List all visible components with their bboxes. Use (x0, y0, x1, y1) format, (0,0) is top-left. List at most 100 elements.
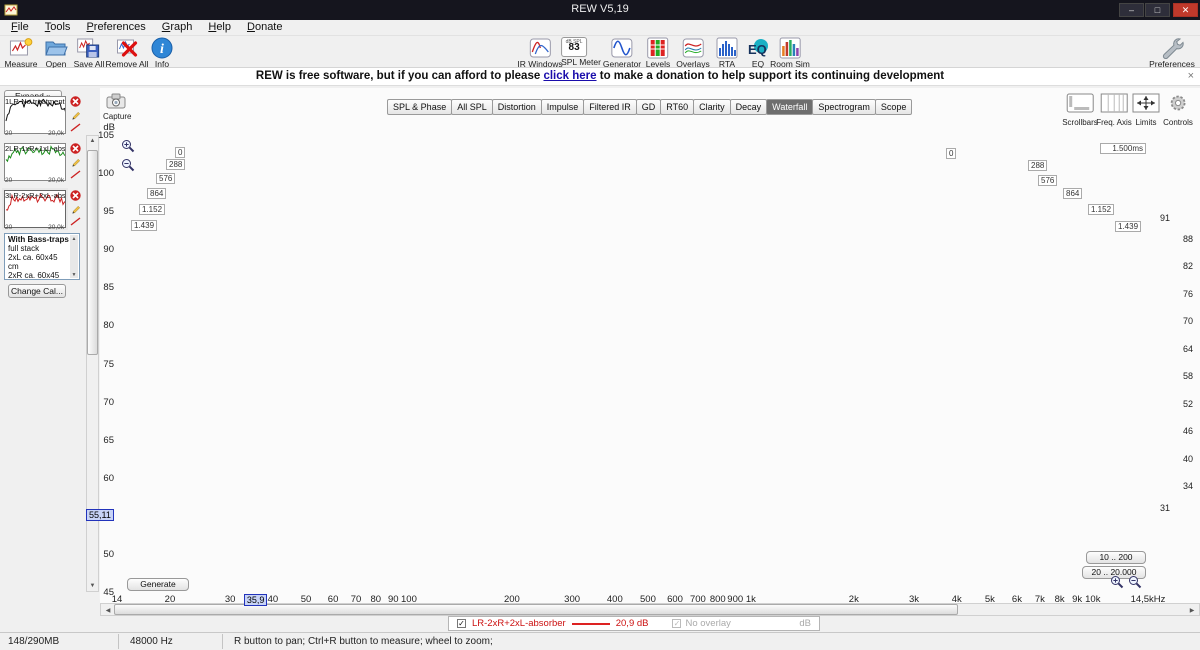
zoom-out-y-icon[interactable] (121, 158, 136, 173)
change-cal-button[interactable]: Change Cal... (8, 284, 66, 298)
trace-legend-bar: ✓ LR-2xR+2xL-absorber 20,9 dB ✓ No overl… (448, 616, 820, 631)
y-axis-tick-label: 50 (94, 549, 114, 560)
edit-notes-icon[interactable] (70, 109, 81, 120)
menu-item-file[interactable]: File (4, 20, 36, 35)
close-button[interactable]: ✕ (1173, 3, 1198, 17)
minimize-button[interactable]: – (1119, 3, 1144, 17)
camera-icon (106, 93, 126, 109)
maximize-button[interactable]: □ (1145, 3, 1170, 17)
menu-item-donate[interactable]: Donate (240, 20, 289, 35)
toolbar-preferences-button[interactable]: Preferences (1149, 37, 1195, 69)
room-sim-icon (770, 37, 810, 59)
trace-checkbox[interactable]: ✓ (457, 619, 466, 628)
view-button-freq-axis[interactable]: Freq. Axis (1096, 92, 1132, 127)
delete-measurement-icon[interactable] (70, 190, 81, 201)
y-axis-tick-label: 95 (94, 206, 114, 217)
scroll-left-arrow-icon[interactable]: ◀ (103, 607, 113, 614)
delete-measurement-icon[interactable] (70, 96, 81, 107)
toolbar-remove-all-button[interactable]: Remove All (106, 37, 149, 69)
menu-item-help[interactable]: Help (201, 20, 238, 35)
view-button-scrollbars[interactable]: Scrollbars (1062, 92, 1098, 127)
tab-scope[interactable]: Scope (875, 99, 913, 115)
tab-rt60[interactable]: RT60 (660, 99, 694, 115)
toolbar-rta-button[interactable]: RTA (715, 37, 739, 69)
toolbar-levels-button[interactable]: Levels (646, 37, 671, 69)
y-axis-tick-label: 75 (94, 359, 114, 370)
edit-notes-icon[interactable] (70, 156, 81, 167)
tab-filtered-ir[interactable]: Filtered IR (583, 99, 637, 115)
toolbar-generator-button[interactable]: Generator (603, 37, 641, 69)
measurement-card[interactable]: 1LR-No treatment2020,0k (2, 96, 86, 138)
toolbar-info-button[interactable]: iInfo (150, 37, 174, 69)
trace-value: 20,9 dB (616, 618, 649, 629)
y-axis-tick-label: 90 (94, 244, 114, 255)
time-window-label: 1.500ms (1100, 143, 1146, 154)
overlays-icon (676, 37, 710, 59)
overlay-checkbox[interactable]: ✓ (672, 619, 681, 628)
time-axis-label-left: 0 (175, 147, 185, 158)
zoom-out-x-icon[interactable] (1128, 575, 1143, 590)
capture-button[interactable]: Capture (103, 93, 129, 121)
tab-spectrogram[interactable]: Spectrogram (812, 99, 876, 115)
time-axis-label-right: 576 (1038, 175, 1057, 186)
ir-windows-icon (517, 37, 562, 59)
menu-item-preferences[interactable]: Preferences (79, 20, 152, 35)
toolbar-measure-button[interactable]: Measure (4, 37, 37, 69)
toolbar-room-sim-button[interactable]: Room Sim (770, 37, 810, 69)
zoom-in-y-icon[interactable] (121, 139, 136, 154)
toolbar-ir-windows-button[interactable]: IR Windows (517, 37, 562, 69)
color-scale-min-label: 31 (1160, 503, 1170, 513)
trace-line-sample (572, 623, 610, 625)
time-axis-label-right: 1.439 (1115, 221, 1141, 232)
tab-decay[interactable]: Decay (730, 99, 768, 115)
donation-link[interactable]: click here (543, 70, 596, 82)
trace-name[interactable]: LR-2xR+2xL-absorber (472, 618, 566, 629)
banner-close-icon[interactable]: × (1188, 70, 1194, 82)
tab-gd[interactable]: GD (636, 99, 662, 115)
measurement-card[interactable]: 3LR-2xR+2xL-absorb2020,0k (2, 190, 86, 232)
note-line: 2xR ca. 60x45 cm (8, 271, 70, 280)
color-scale-tick-label: 52 (1183, 399, 1193, 409)
tab-impulse[interactable]: Impulse (541, 99, 585, 115)
tab-clarity[interactable]: Clarity (693, 99, 731, 115)
toolbar-overlays-button[interactable]: Overlays (676, 37, 710, 69)
toolbar-eq-button[interactable]: EQEQ (746, 37, 770, 69)
trace-style-icon[interactable] (70, 216, 81, 227)
scrollbars-icon (1062, 92, 1098, 117)
edit-notes-icon[interactable] (70, 203, 81, 214)
measurement-card[interactable]: 2LR-1xR+1xL-absorb2020,0k (2, 143, 86, 185)
cursor-freq-readout: 35,9 (244, 594, 268, 606)
toolbar-spl-meter-button[interactable]: dB SPL83SPL Meter (561, 37, 601, 67)
tab-waterfall[interactable]: Waterfall (766, 99, 813, 115)
scroll-right-arrow-icon[interactable]: ▶ (1187, 607, 1197, 614)
view-button-controls[interactable]: Controls (1163, 92, 1193, 127)
delete-measurement-icon[interactable] (70, 143, 81, 154)
notes-scrollbar[interactable]: ▲▼ (70, 235, 78, 278)
levels-icon (646, 37, 671, 59)
view-button-limits[interactable]: Limits (1131, 92, 1161, 127)
menu-item-graph[interactable]: Graph (155, 20, 200, 35)
toolbar-save-all-button[interactable]: Save All (74, 37, 105, 69)
generate-button[interactable]: Generate (127, 578, 189, 591)
tab-all-spl[interactable]: All SPL (451, 99, 493, 115)
window-title: REW V5,19 (0, 3, 1200, 15)
x-axis-tick-label: 100 (387, 594, 431, 605)
controls-gear-icon (1163, 92, 1193, 117)
zoom-in-x-icon[interactable] (1110, 575, 1125, 590)
trace-style-icon[interactable] (70, 169, 81, 180)
measurement-notes[interactable]: With Bass-trapsfull stack2xL ca. 60x45 c… (4, 233, 80, 280)
tab-distortion[interactable]: Distortion (492, 99, 542, 115)
trace-style-icon[interactable] (70, 122, 81, 133)
horizontal-scrollbar-thumb[interactable] (114, 604, 958, 615)
measurement-name: 3LR-2xR+2xL-absorb (5, 191, 65, 200)
range-button-bass[interactable]: 10 .. 200 (1086, 551, 1146, 564)
measurement-name: 2LR-1xR+1xL-absorb (5, 144, 65, 153)
x-axis-tick-label: 14,5kHz (1126, 594, 1170, 605)
banner-text-after: to make a donation to help support its c… (600, 70, 944, 82)
menu-item-tools[interactable]: Tools (38, 20, 78, 35)
toolbar-open-button[interactable]: Open (44, 37, 68, 69)
hint-text: R button to pan; Ctrl+R button to measur… (234, 636, 493, 647)
tab-spl-phase[interactable]: SPL & Phase (387, 99, 452, 115)
banner-text-before: REW is free software, but if you can aff… (256, 70, 540, 82)
y-axis-tick-label: 100 (94, 168, 114, 179)
